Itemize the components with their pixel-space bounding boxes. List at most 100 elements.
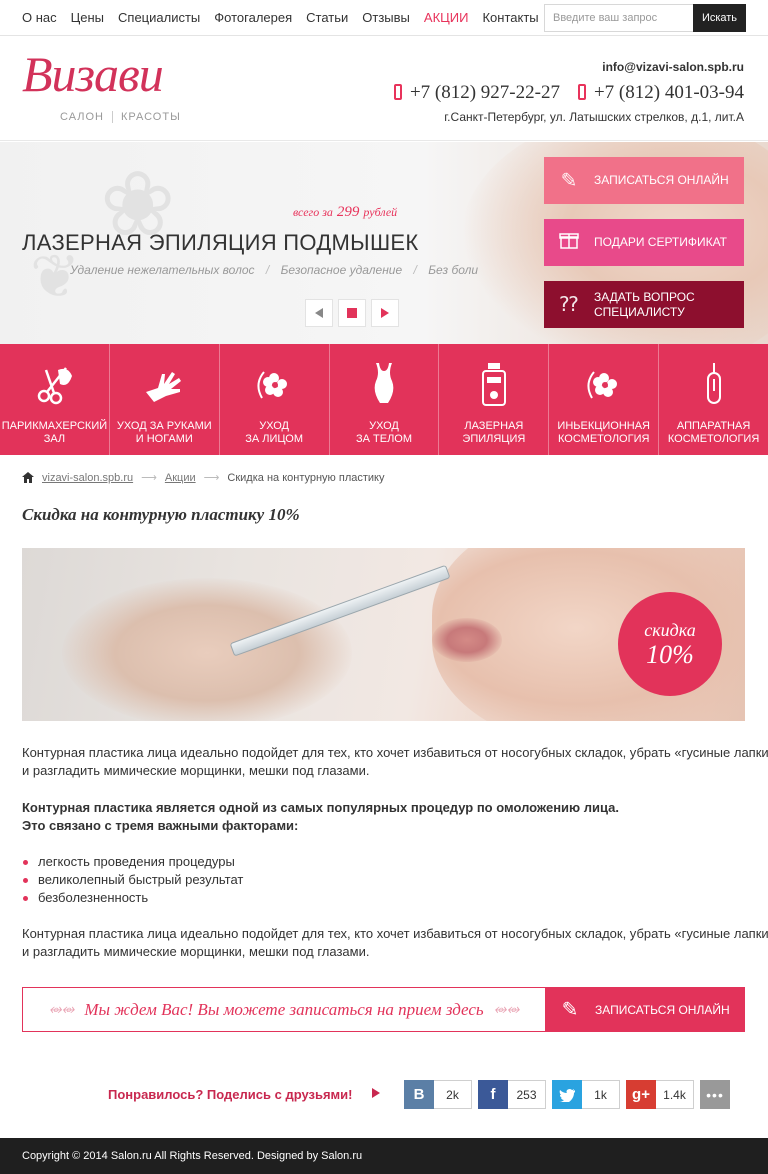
service-label: УХОД ЗА ТЕЛОМ <box>355 420 413 445</box>
ask-specialist-label: ЗАДАТЬ ВОПРОС СПЕЦИАЛИСТУ <box>594 290 695 320</box>
share-buttons: В 2k f 253 1k g+ 1.4k ••• <box>404 1080 730 1109</box>
search-button[interactable]: Искать <box>693 4 746 32</box>
service-laser-epilation[interactable]: ЛАЗЕРНАЯ ЭПИЛЯЦИЯ <box>439 344 550 455</box>
home-icon[interactable] <box>22 472 34 483</box>
service-label: ЛАЗЕРНАЯ ЭПИЛЯЦИЯ <box>462 420 526 445</box>
phone-2-number: +7 (812) 401-03-94 <box>593 82 744 103</box>
facebook-icon: f <box>478 1080 508 1109</box>
service-face-care[interactable]: УХОД ЗА ЛИЦОМ <box>220 344 330 455</box>
appointment-banner: ⥈⥈ Мы ждем Вас! Вы можете записаться на … <box>22 987 745 1032</box>
arrow-right-icon <box>372 1088 380 1098</box>
nav-sales[interactable]: АКЦИИ <box>424 10 469 25</box>
hero-sub-2: Безопасное удаление <box>280 263 403 277</box>
service-hairdressing[interactable]: ПАРИКМАХЕРСКИЙ ЗАЛ <box>0 344 110 455</box>
paragraph-2-line-1: Контурная пластика является одной из сам… <box>22 800 619 815</box>
gift-certificate-label: ПОДАРИ СЕРТИФИКАТ <box>594 235 728 249</box>
nav-about[interactable]: О нас <box>22 10 57 25</box>
service-label: ПАРИКМАХЕРСКИЙ ЗАЛ <box>1 420 108 445</box>
stop-icon <box>347 308 357 318</box>
arrow-right-icon <box>381 308 389 318</box>
phone-1-number: +7 (812) 927-22-27 <box>409 82 560 103</box>
share-twitter[interactable]: 1k <box>552 1080 620 1109</box>
service-injection-cosmetology[interactable]: ИНЬЕКЦИОННАЯ КОСМЕТОЛОГИЯ <box>549 344 660 455</box>
ask-specialist-button[interactable]: ⁇ ЗАДАТЬ ВОПРОС СПЕЦИАЛИСТУ <box>544 281 744 328</box>
nav-prices[interactable]: Цены <box>71 10 104 25</box>
paragraph-3-line-2: и разгладить мимические морщинки, мешки … <box>22 944 370 959</box>
address: г.Санкт-Петербург, ул. Латышских стрелко… <box>444 110 744 124</box>
google-plus-icon: g+ <box>626 1080 656 1109</box>
site-header: Визави САЛОН КРАСОТЫ info@vizavi-salon.s… <box>0 37 768 141</box>
pencil-icon: ✎ <box>561 999 579 1021</box>
ask-line-1: ЗАДАТЬ ВОПРОС <box>594 289 695 304</box>
gift-icon <box>544 230 594 256</box>
vk-count: 2k <box>434 1080 472 1109</box>
gift-certificate-button[interactable]: ПОДАРИ СЕРТИФИКАТ <box>544 219 744 266</box>
copyright-text: Copyright © 2014 Salon.ru All Rights Res… <box>22 1150 363 1162</box>
list-item: безболезненность <box>22 889 243 907</box>
promo-image: скидка 10% <box>22 548 745 721</box>
slider-controls <box>305 299 399 327</box>
breadcrumb-home[interactable]: vizavi-salon.spb.ru <box>42 472 133 484</box>
book-online-button[interactable]: ✎ ЗАПИСАТЬСЯ ОНЛАЙН <box>544 157 744 204</box>
logo[interactable]: Визави САЛОН КРАСОТЫ <box>22 46 202 129</box>
service-apparatus-cosmetology[interactable]: АППАРАТНАЯ КОСМЕТОЛОГИЯ <box>659 344 768 455</box>
book-online-label: ЗАПИСАТЬСЯ ОНЛАЙН <box>595 1002 730 1017</box>
contact-email[interactable]: info@vizavi-salon.spb.ru <box>602 60 744 74</box>
book-online-button-bottom[interactable]: ✎ ЗАПИСАТЬСЯ ОНЛАЙН <box>545 988 744 1031</box>
hand-shape <box>62 578 352 721</box>
apparatus-icon <box>659 360 768 408</box>
search-input[interactable] <box>544 4 693 32</box>
slider-prev-button[interactable] <box>305 299 333 327</box>
arrow-left-icon <box>315 308 323 318</box>
slider-pause-button[interactable] <box>338 299 366 327</box>
page-title: Скидка на контурную пластику 10% <box>22 505 300 524</box>
phone-1[interactable]: +7 (812) 927-22-27 <box>393 82 560 104</box>
nav-reviews[interactable]: Отзывы <box>362 10 410 25</box>
breadcrumb-current: Скидка на контурную пластику <box>227 471 385 484</box>
hero-sub-1: Удаление нежелательных волос <box>70 263 255 277</box>
paragraph-3-line-1: Контурная пластика лица идеально подойде… <box>22 926 768 941</box>
badge-line-2: 10% <box>646 640 694 669</box>
footer: Copyright © 2014 Salon.ru All Rights Res… <box>0 1138 768 1174</box>
laser-device-icon <box>439 360 548 408</box>
twitter-count: 1k <box>582 1080 620 1109</box>
paragraph-1-line-1: Контурная пластика лица идеально подойде… <box>22 745 768 760</box>
nav-contacts[interactable]: Контакты <box>482 10 538 25</box>
hero-price: всего за 299 рублей <box>293 204 397 221</box>
price-prefix: всего за <box>293 205 333 219</box>
phone-2[interactable]: +7 (812) 401-03-94 <box>577 82 744 104</box>
hero-title: ЛАЗЕРНАЯ ЭПИЛЯЦИЯ ПОДМЫШЕК <box>22 230 419 255</box>
arrow-right-icon: ⟶ <box>203 472 220 484</box>
share-facebook[interactable]: f 253 <box>478 1080 546 1109</box>
paragraph-2-line-2: Это связано с тремя важными факторами: <box>22 818 299 833</box>
phone-icon <box>577 84 586 100</box>
share-more-button[interactable]: ••• <box>700 1080 730 1109</box>
nav-gallery[interactable]: Фотогалерея <box>214 10 292 25</box>
nav-specialists[interactable]: Специалисты <box>118 10 200 25</box>
slider-next-button[interactable] <box>371 299 399 327</box>
phone-numbers: +7 (812) 927-22-27 +7 (812) 401-03-94 <box>393 82 744 104</box>
paragraph-1-line-2: и разгладить мимические морщинки, мешки … <box>22 763 370 778</box>
hero-slider: ❀ ❦ всего за 299 рублей ЛАЗЕРНАЯ ЭПИЛЯЦИЯ … <box>0 142 768 344</box>
googleplus-count: 1.4k <box>656 1080 694 1109</box>
service-label: АППАРАТНАЯ КОСМЕТОЛОГИЯ <box>667 420 760 445</box>
service-body-care[interactable]: УХОД ЗА ТЕЛОМ <box>330 344 440 455</box>
breadcrumb: vizavi-salon.spb.ru ⟶ Акции ⟶ Скидка на … <box>22 471 384 484</box>
share-label: Понравилось? Поделись с друзьями! <box>108 1087 353 1102</box>
badge-line-1: скидка <box>644 620 696 640</box>
scissors-icon <box>0 360 109 408</box>
price-suffix: рублей <box>363 205 398 219</box>
logo-script-text: Визави <box>22 46 164 102</box>
main-menu: О нас Цены Специалисты Фотогалерея Стать… <box>22 10 553 25</box>
share-googleplus[interactable]: g+ 1.4k <box>626 1080 694 1109</box>
breadcrumb-section[interactable]: Акции <box>165 472 196 484</box>
pencil-icon: ✎ <box>560 170 578 192</box>
twitter-icon <box>552 1080 582 1109</box>
service-hands-feet[interactable]: УХОД ЗА РУКАМИ И НОГАМИ <box>110 344 220 455</box>
share-vk[interactable]: В 2k <box>404 1080 472 1109</box>
gift-box-icon <box>559 232 579 249</box>
nav-articles[interactable]: Статьи <box>306 10 348 25</box>
lips-shape <box>432 618 502 662</box>
hero-separator: / <box>265 263 270 277</box>
flourish-left-icon: ⥈⥈ <box>48 1000 75 1018</box>
